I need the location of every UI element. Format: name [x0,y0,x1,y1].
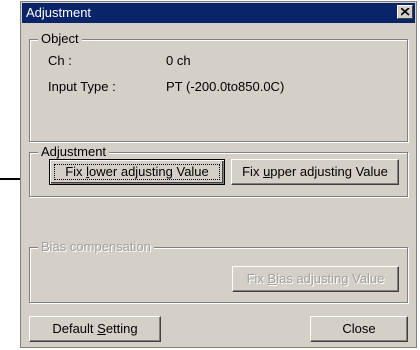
adjustment-dialog: Adjustment Object Ch : 0 ch Input Type :… [20,1,417,348]
fix-bias-label-pre: Fix [246,271,268,286]
object-group-legend: Object [38,31,82,47]
window-title: Adjustment [26,5,92,20]
input-type-label: Input Type : [48,79,116,94]
default-label-post: etting [105,321,138,336]
ch-label: Ch : [48,53,72,68]
fix-lower-label-post: ower adjusting Value [89,164,209,179]
fix-bias-label-mnemonic: B [267,271,277,286]
input-type-value: PT (-200.0to850.0C) [166,79,285,94]
fix-lower-label-pre: Fix [65,164,87,179]
fix-bias-adjusting-value-button[interactable]: Fix Bias adjusting Value [232,266,399,292]
close-label: Close [342,321,376,336]
default-label-pre: Default [52,321,98,336]
adjustment-group-legend: Adjustment [38,144,110,160]
ch-value: 0 ch [166,53,191,68]
page: Adjustment Object Ch : 0 ch Input Type :… [0,0,420,350]
object-group: Object Ch : 0 ch Input Type : PT (-200.0… [29,31,408,142]
fix-bias-label-post: ias adjusting Value [276,271,385,286]
title-bar: Adjustment [22,3,415,23]
fix-upper-label-pre: Fix [242,164,264,179]
close-icon [401,8,410,16]
fix-lower-adjusting-value-button[interactable]: Fix lower adjusting Value [49,159,225,185]
fix-upper-label-post: pper adjusting Value [270,164,388,179]
fix-upper-adjusting-value-button[interactable]: Fix upper adjusting Value [231,159,399,185]
default-setting-button[interactable]: Default Setting [29,316,161,342]
bias-compensation-group-legend: Bias compensation [38,239,154,255]
close-button[interactable]: Close [310,316,408,342]
default-label-mnemonic: S [97,321,106,336]
close-window-button[interactable] [397,5,413,19]
